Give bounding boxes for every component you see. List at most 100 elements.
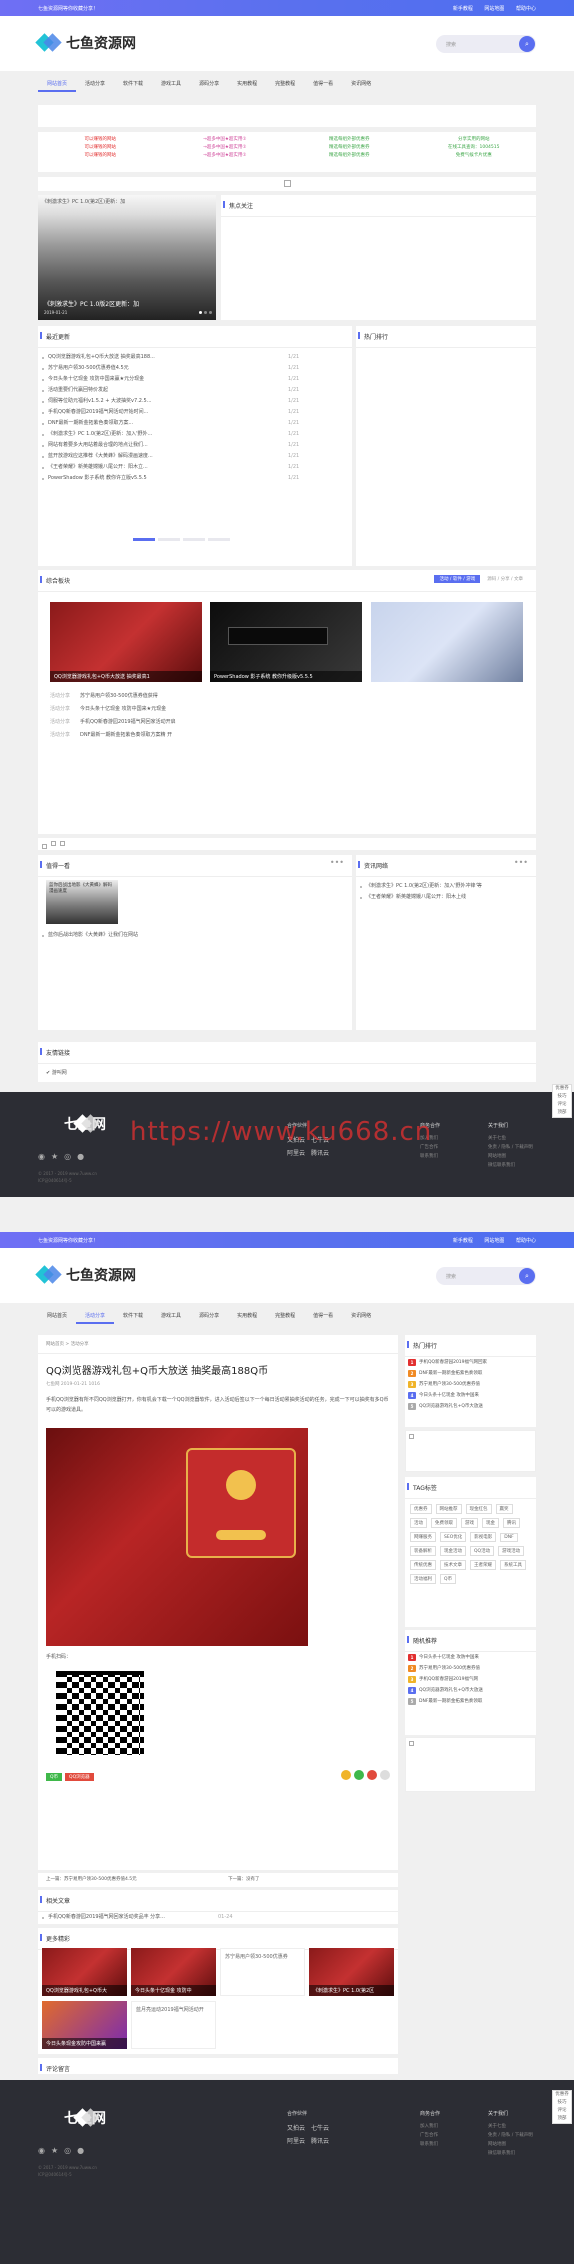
breadcrumb[interactable]: 网站首页 > 活动分享 bbox=[38, 1335, 398, 1354]
friend-link[interactable]: →超多中国★超实用① bbox=[163, 136, 288, 144]
more-card[interactable]: QQ浏览器游戏礼包+Q币大 bbox=[42, 1948, 127, 1996]
float-tips[interactable]: 技巧 bbox=[553, 1093, 571, 1101]
friend-link[interactable]: →超多中国★超实用① bbox=[163, 144, 288, 152]
nav-item[interactable]: 完整教程 bbox=[266, 77, 304, 92]
combo-card[interactable] bbox=[371, 602, 523, 682]
tag-item[interactable]: 现金 bbox=[482, 1518, 499, 1528]
combo-card[interactable]: PowerShadow 影子系统 教你升级版v5.5.5 bbox=[210, 602, 362, 682]
nav-item[interactable]: 资讯网络 bbox=[342, 77, 380, 92]
footer-logo[interactable]: 七鱼网 bbox=[38, 2108, 106, 2128]
friend-link[interactable]: 精选每组外部优惠券 bbox=[287, 152, 412, 160]
recent-item[interactable]: 网站有着要多大用站着最合理的地点让我们... 1/21 bbox=[38, 440, 352, 451]
rank-item[interactable]: 5 QQ浏览器游戏礼包+Q币大放送 bbox=[405, 1401, 536, 1412]
friend-link[interactable]: →超多中国★超实用① bbox=[163, 152, 288, 160]
tag-item[interactable]: DNF bbox=[500, 1533, 518, 1542]
friend-link[interactable]: 可以赚钱的网站 bbox=[38, 152, 163, 160]
more-card[interactable]: 今日头条现金攻防中国来赢 bbox=[42, 2001, 127, 2049]
share-weibo-icon[interactable] bbox=[367, 1770, 377, 1780]
business-link[interactable]: 广告合作 bbox=[420, 2131, 440, 2140]
share-qzone-icon[interactable] bbox=[341, 1770, 351, 1780]
recent-item[interactable]: 《刺激求生》PC 1.0(第2区)更新：加入'野外... 1/21 bbox=[38, 429, 352, 440]
partner-link[interactable]: 又拍云 bbox=[287, 2125, 305, 2132]
footer-logo[interactable]: 七鱼网 bbox=[38, 1114, 106, 1134]
friend-link[interactable]: 分享实用的网站 bbox=[412, 136, 537, 144]
top-links[interactable]: 新手教程 网站地图 帮助中心 bbox=[453, 5, 536, 12]
recent-item[interactable]: 蓝开放游戏应这推荐《大黄蜂》解码漫画速度... 1/21 bbox=[38, 451, 352, 462]
tag-item[interactable]: 传统优惠 bbox=[410, 1560, 436, 1570]
combo-row[interactable]: 活动分享 今日头条十亿现金 攻防中国来★元现金 bbox=[50, 703, 350, 716]
recent-item[interactable]: DNF最新一期新金拓紫色奏领取方案... 1/21 bbox=[38, 418, 352, 429]
nav-item[interactable]: 值得一看 bbox=[304, 1309, 342, 1324]
combo-row-category[interactable]: 活动分享 bbox=[50, 719, 70, 725]
search-input[interactable]: 搜索 ⌕ bbox=[436, 1267, 536, 1285]
recent-pager[interactable] bbox=[133, 538, 230, 541]
business-link[interactable]: 联系我们 bbox=[420, 1152, 440, 1161]
about-link[interactable]: 关于七鱼 bbox=[488, 2122, 533, 2131]
rank-item[interactable]: 4 QQ浏览器游戏礼包+Q币大放送 bbox=[405, 1685, 536, 1696]
tag-item[interactable]: 活动 bbox=[410, 1518, 427, 1528]
combo-row-category[interactable]: 活动分享 bbox=[50, 732, 70, 738]
worth-card[interactable]: 蓝你后战出地影《大黄蜂》解码漫画速度 bbox=[46, 880, 118, 924]
nav-item[interactable]: 网站首页 bbox=[38, 1309, 76, 1324]
nav-item[interactable]: 网站首页 bbox=[38, 77, 77, 92]
next-link[interactable]: 下一篇：没有了 bbox=[228, 1873, 260, 1887]
tag-item[interactable]: QQ活动 bbox=[470, 1546, 495, 1556]
combo-row-category[interactable]: 活动分享 bbox=[50, 693, 70, 699]
tag-item[interactable]: 游戏 bbox=[461, 1518, 478, 1528]
float-top[interactable]: 顶部 bbox=[553, 2115, 571, 2123]
tag-item[interactable]: 系统工具 bbox=[500, 1560, 526, 1570]
nav-item[interactable]: 游戏工具 bbox=[152, 1309, 190, 1324]
friend-link[interactable]: 可以赚钱的网站 bbox=[38, 136, 163, 144]
partner-link[interactable]: 腾讯云 bbox=[311, 2138, 329, 2145]
nav-item[interactable]: 完整教程 bbox=[266, 1309, 304, 1324]
tag-item[interactable]: 影视电影 bbox=[470, 1532, 497, 1542]
article-tag[interactable]: Q币 bbox=[46, 1773, 63, 1781]
tag-item[interactable]: 网站推荐 bbox=[435, 1504, 462, 1514]
share-wechat-icon[interactable] bbox=[354, 1770, 364, 1780]
star-icon[interactable]: ★ bbox=[51, 1152, 58, 1161]
rank-item[interactable]: 3 手机QQ新春游园2019福气网 bbox=[405, 1674, 536, 1685]
partner-link[interactable]: 七牛云 bbox=[311, 2125, 329, 2132]
rank-item[interactable]: 4 今日头条十亿现金 攻防中国来 bbox=[405, 1390, 536, 1401]
tag-item[interactable]: 免费领取 bbox=[431, 1518, 457, 1528]
recent-item[interactable]: PowerShadow 影子系统 教你许立版v5.5.5 1/21 bbox=[38, 473, 352, 484]
float-comment[interactable]: 评论 bbox=[553, 1101, 571, 1109]
combo-row[interactable]: 活动分享 手机QQ新春游园2019福气网回家活动开启 bbox=[50, 716, 350, 729]
recent-item[interactable]: QQ浏览器游戏礼包+Q币大放送 抽奖最高188... 1/21 bbox=[38, 352, 352, 363]
friend-link[interactable]: 免费气候卡片优惠 bbox=[412, 152, 537, 160]
nav-item[interactable]: 实用教程 bbox=[228, 1309, 266, 1324]
article-tag[interactable]: QQ浏览器 bbox=[65, 1773, 94, 1781]
more-card[interactable]: 苏宁易用户领30-500优惠券 bbox=[220, 1948, 305, 1996]
recent-item[interactable]: 活动重要们代赢回特价发起 1/21 bbox=[38, 385, 352, 396]
nav-item[interactable]: 游戏工具 bbox=[152, 77, 190, 92]
recent-item[interactable]: 《王者荣耀》新英雄嫦娥八尾公开：阳木立... 1/21 bbox=[38, 462, 352, 473]
combo-card[interactable]: QQ浏览器游戏礼包+Q币大放送 抽奖最高1 bbox=[50, 602, 202, 682]
business-link[interactable]: 加入我们 bbox=[420, 2122, 440, 2131]
tag-item[interactable]: 网赚服务 bbox=[410, 1532, 436, 1542]
tag-item[interactable]: 王者荣耀 bbox=[470, 1560, 496, 1570]
recent-item[interactable]: 苏宁易用户领30-500优惠券值4.5元 1/21 bbox=[38, 363, 352, 374]
float-tips[interactable]: 技巧 bbox=[553, 2099, 571, 2107]
rank-item[interactable]: 5 DNF最新一期新金拓紫色奏领取 bbox=[405, 1696, 536, 1707]
partner-link[interactable]: 腾讯云 bbox=[311, 1150, 329, 1157]
about-link[interactable]: 微信联系我们 bbox=[488, 1161, 533, 1170]
float-coupon[interactable]: 优惠券 bbox=[553, 1085, 571, 1093]
combo-tab-active[interactable]: 活动 / 软件 / 游戏 bbox=[434, 575, 481, 583]
news-item[interactable]: 《王者荣耀》新英雄嫦娥八尾公开：阳木上线 bbox=[356, 892, 536, 903]
friend-link[interactable]: 在线工具查询：1004515 bbox=[412, 144, 537, 152]
partner-link[interactable]: 阿里云 bbox=[287, 1150, 305, 1157]
nav-item[interactable]: 软件下载 bbox=[114, 77, 152, 92]
more-icon[interactable]: ••• bbox=[514, 858, 528, 867]
rank-item[interactable]: 2 DNF最新一期新金拓紫色奏领取 bbox=[405, 1368, 536, 1379]
more-icon[interactable]: ••• bbox=[330, 858, 344, 867]
friend-link[interactable]: 精选每组外部优惠券 bbox=[287, 144, 412, 152]
nav-item[interactable]: 软件下载 bbox=[114, 1309, 152, 1324]
business-link[interactable]: 联系我们 bbox=[420, 2140, 440, 2149]
star-icon[interactable]: ★ bbox=[51, 2146, 58, 2155]
logo[interactable]: 七鱼资源网 bbox=[35, 1265, 136, 1285]
more-card[interactable]: 蓝月亮运动2019福气网活动开 bbox=[131, 2001, 216, 2049]
qq-icon[interactable]: ● bbox=[77, 1152, 84, 1161]
more-card[interactable]: 今日头条十亿现金 攻防中 bbox=[131, 1948, 216, 1996]
about-link[interactable]: 网站地图 bbox=[488, 1152, 533, 1161]
tag-item[interactable]: SEO优化 bbox=[440, 1532, 467, 1542]
